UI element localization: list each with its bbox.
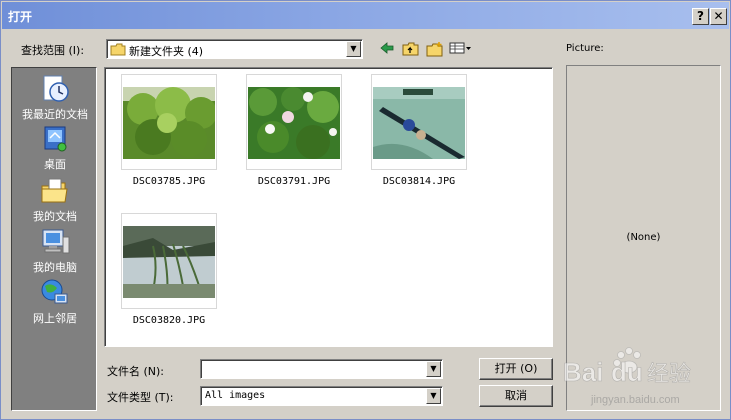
place-label: 我最近的文档 <box>22 108 88 121</box>
watermark-suffix: 经验 <box>647 362 691 387</box>
watermark-brand: Bai <box>563 357 603 387</box>
title-bar[interactable]: 打开 ? ✕ <box>2 2 729 29</box>
place-network[interactable]: 网上邻居 <box>12 278 98 326</box>
place-recent-documents[interactable]: 我最近的文档 <box>12 74 98 122</box>
network-places-icon <box>41 279 68 304</box>
file-thumbnail[interactable] <box>371 74 467 170</box>
recent-documents-icon <box>43 75 69 102</box>
open-file-dialog: 打开 ? ✕ 查找范围 (I): 新建文件夹 (4) ▼ Picture: 我最… <box>0 0 731 420</box>
up-folder-icon[interactable] <box>401 41 421 59</box>
place-label: 我的电脑 <box>33 261 77 274</box>
file-type-combo[interactable]: All images ▼ <box>200 386 443 406</box>
place-label: 我的文档 <box>33 210 77 223</box>
places-bar: 我最近的文档 桌面 我的文档 我的电脑 网上邻居 <box>11 67 97 411</box>
new-folder-icon[interactable] <box>425 41 445 59</box>
baidu-paw-logo: Bai du 经验 jingyan.baidu.com <box>563 347 691 406</box>
thumbnail-image <box>248 87 340 159</box>
folder-icon <box>110 43 126 56</box>
help-button[interactable]: ? <box>692 8 709 25</box>
baidu-watermark: Bai du 经验 jingyan.baidu.com <box>561 341 721 411</box>
file-name[interactable]: DSC03791.JPG <box>234 176 354 187</box>
thumbnail-image <box>123 226 215 298</box>
file-name-label: 文件名 (N): <box>107 365 165 378</box>
place-my-computer[interactable]: 我的电脑 <box>12 227 98 275</box>
file-name[interactable]: DSC03820.JPG <box>109 315 229 326</box>
place-label: 桌面 <box>44 158 66 171</box>
watermark-url: jingyan.baidu.com <box>590 394 680 406</box>
file-thumbnail[interactable] <box>121 213 217 309</box>
file-name[interactable]: DSC03785.JPG <box>109 176 229 187</box>
file-name[interactable]: DSC03814.JPG <box>359 176 479 187</box>
file-name-dropdown-button[interactable]: ▼ <box>426 361 441 377</box>
close-button[interactable]: ✕ <box>710 8 727 25</box>
file-thumbnail[interactable] <box>121 74 217 170</box>
look-in-combo[interactable]: 新建文件夹 (4) ▼ <box>106 39 363 59</box>
look-in-label: 查找范围 (I): <box>21 44 85 57</box>
back-arrow-icon[interactable] <box>377 41 397 59</box>
place-label: 网上邻居 <box>33 312 77 325</box>
preview-label: Picture: <box>566 43 604 54</box>
my-computer-icon <box>42 229 70 254</box>
open-button[interactable]: 打开 (O) <box>479 358 553 380</box>
file-type-dropdown-button[interactable]: ▼ <box>426 388 441 404</box>
file-name-combo[interactable]: ▼ <box>200 359 443 379</box>
place-my-documents[interactable]: 我的文档 <box>12 176 98 224</box>
file-type-label: 文件类型 (T): <box>107 391 174 404</box>
cancel-button[interactable]: 取消 <box>479 385 553 407</box>
look-in-value: 新建文件夹 (4) <box>129 45 204 58</box>
thumbnail-image <box>123 87 215 159</box>
file-type-value: All images <box>205 390 266 401</box>
look-in-dropdown-button[interactable]: ▼ <box>346 41 361 57</box>
desktop-icon <box>44 126 67 152</box>
window-title: 打开 <box>8 10 33 24</box>
watermark-brand2: du <box>611 357 643 387</box>
preview-value: (None) <box>626 232 661 243</box>
my-documents-icon <box>41 178 68 203</box>
file-list[interactable]: DSC03785.JPG DSC03791.JPG DSC03814.JPG D… <box>104 67 553 347</box>
place-desktop[interactable]: 桌面 <box>12 124 98 172</box>
thumbnail-image <box>373 87 465 159</box>
file-thumbnail[interactable] <box>246 74 342 170</box>
view-menu-icon[interactable] <box>449 41 473 59</box>
